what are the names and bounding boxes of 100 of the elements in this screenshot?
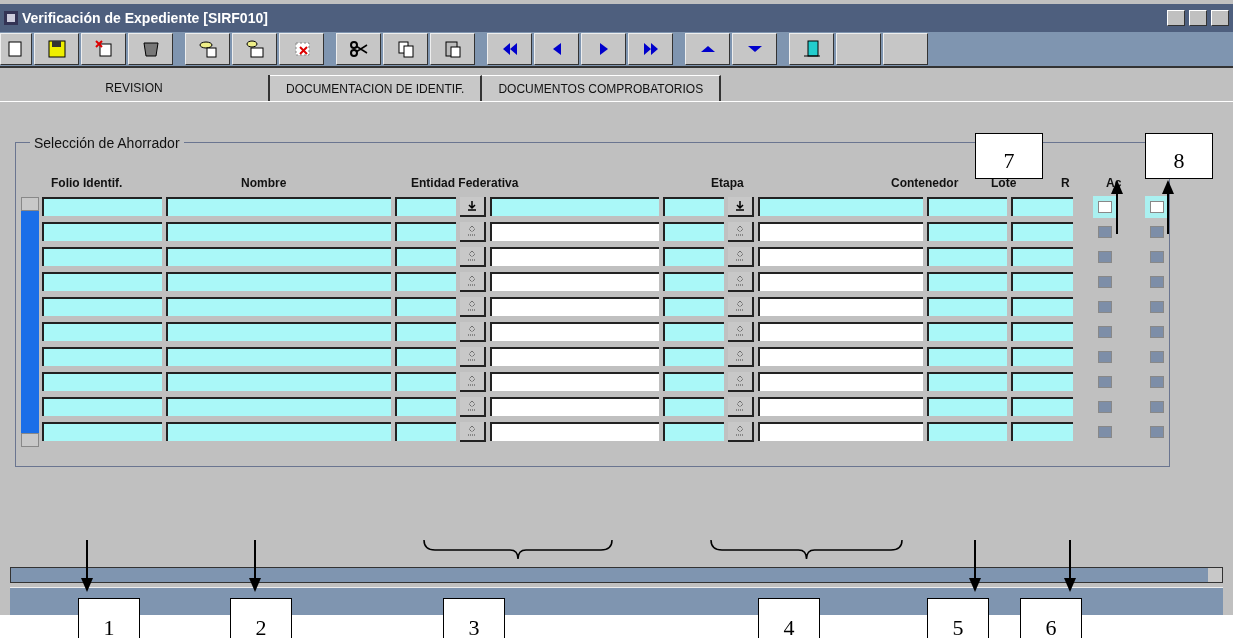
list-button[interactable] [460,346,486,367]
toolbar-button[interactable] [430,33,475,65]
input-field[interactable] [490,247,659,266]
input-field[interactable] [663,372,724,391]
input-field[interactable] [1011,372,1073,391]
checkbox[interactable] [1098,425,1112,438]
list-button[interactable] [460,421,486,442]
maximize-icon[interactable] [1189,10,1207,26]
input-field[interactable] [927,197,1007,216]
checkbox[interactable] [1098,400,1112,413]
input-field[interactable] [663,247,724,266]
input-field[interactable] [166,347,391,366]
toolbar-button[interactable] [0,33,32,65]
list-button[interactable] [728,271,754,292]
list-button[interactable] [460,221,486,242]
list-button[interactable] [460,246,486,267]
toolbar-button[interactable] [789,33,834,65]
input-field[interactable] [758,247,923,266]
list-button[interactable] [460,396,486,417]
input-field[interactable] [490,422,659,441]
input-field[interactable] [490,322,659,341]
toolbar-button[interactable] [628,33,673,65]
input-field[interactable] [758,222,923,241]
input-field[interactable] [663,322,724,341]
input-field[interactable] [166,197,391,216]
empty-toolbar-button[interactable] [836,33,881,65]
input-field[interactable] [395,297,456,316]
toolbar-button[interactable] [487,33,532,65]
input-field[interactable] [395,197,456,216]
list-button[interactable] [728,221,754,242]
checkbox[interactable] [1098,350,1112,363]
toolbar-button[interactable] [732,33,777,65]
checkbox[interactable] [1150,400,1164,413]
input-field[interactable] [395,247,456,266]
toolbar-button[interactable] [81,33,126,65]
input-field[interactable] [395,397,456,416]
checkbox[interactable] [1098,275,1112,288]
input-field[interactable] [42,197,162,216]
toolbar-button[interactable] [383,33,428,65]
close-icon[interactable] [1211,10,1229,26]
input-field[interactable] [663,397,724,416]
input-field[interactable] [42,372,162,391]
table-row[interactable] [42,197,1169,216]
input-field[interactable] [927,272,1007,291]
input-field[interactable] [166,272,391,291]
input-field[interactable] [758,297,923,316]
list-button[interactable] [728,396,754,417]
input-field[interactable] [663,347,724,366]
checkbox[interactable] [1150,225,1164,238]
input-field[interactable] [1011,347,1073,366]
input-field[interactable] [395,272,456,291]
tab[interactable]: DOCUMENTOS COMPROBATORIOS [482,75,722,101]
input-field[interactable] [42,322,162,341]
toolbar-button[interactable] [34,33,79,65]
input-field[interactable] [927,372,1007,391]
input-field[interactable] [395,347,456,366]
input-field[interactable] [490,222,659,241]
input-field[interactable] [42,222,162,241]
input-field[interactable] [490,297,659,316]
input-field[interactable] [490,197,659,216]
input-field[interactable] [166,422,391,441]
input-field[interactable] [927,222,1007,241]
input-field[interactable] [42,247,162,266]
input-field[interactable] [166,297,391,316]
checkbox[interactable] [1150,350,1164,363]
empty-toolbar-button[interactable] [883,33,928,65]
list-button[interactable] [728,296,754,317]
input-field[interactable] [490,347,659,366]
list-button[interactable] [460,321,486,342]
input-field[interactable] [1011,422,1073,441]
list-button[interactable] [460,296,486,317]
input-field[interactable] [927,347,1007,366]
list-button[interactable] [728,421,754,442]
list-button[interactable] [460,271,486,292]
checkbox[interactable] [1098,375,1112,388]
input-field[interactable] [490,372,659,391]
checkbox[interactable] [1150,275,1164,288]
input-field[interactable] [758,197,923,216]
minimize-icon[interactable] [1167,10,1185,26]
input-field[interactable] [395,372,456,391]
input-field[interactable] [490,272,659,291]
input-field[interactable] [490,397,659,416]
input-field[interactable] [927,297,1007,316]
input-field[interactable] [395,322,456,341]
input-field[interactable] [166,397,391,416]
checkbox[interactable] [1098,325,1112,338]
input-field[interactable] [1011,297,1073,316]
input-field[interactable] [42,397,162,416]
input-field[interactable] [42,347,162,366]
list-button[interactable] [728,371,754,392]
input-field[interactable] [927,397,1007,416]
input-field[interactable] [1011,197,1073,216]
input-field[interactable] [758,322,923,341]
input-field[interactable] [166,247,391,266]
checkbox[interactable] [1098,250,1112,263]
checkbox[interactable] [1150,375,1164,388]
toolbar-button[interactable] [232,33,277,65]
checkbox[interactable] [1098,225,1112,238]
input-field[interactable] [758,397,923,416]
input-field[interactable] [663,422,724,441]
